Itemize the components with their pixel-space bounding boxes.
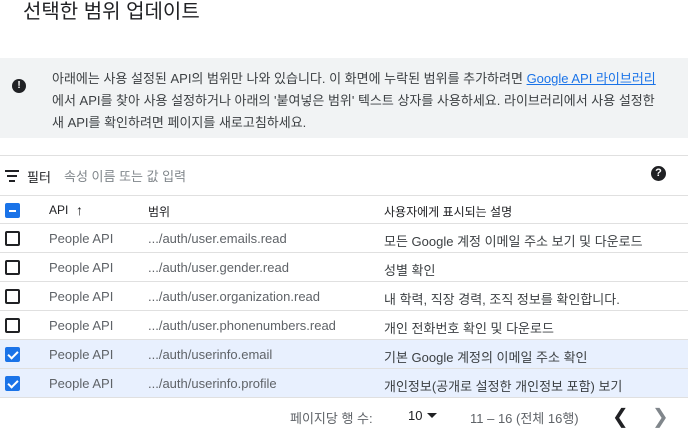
row-description: 개인정보(공개로 설정한 개인정보 포함) 보기: [384, 379, 623, 394]
scopes-table: API ↑ 범위 사용자에게 표시되는 설명 People API .../aut…: [0, 195, 688, 398]
column-header-scope[interactable]: 범위: [148, 203, 170, 220]
column-header-api[interactable]: API: [49, 203, 68, 217]
row-api: People API: [49, 347, 114, 362]
filter-label: 필터: [27, 170, 51, 185]
row-checkbox[interactable]: [5, 376, 20, 391]
rows-per-page-label: 페이지당 행 수:: [290, 411, 373, 426]
row-scope: .../auth/userinfo.email: [148, 347, 273, 362]
row-scope: .../auth/user.phonenumbers.read: [148, 318, 336, 333]
sort-ascending-icon[interactable]: ↑: [76, 202, 83, 218]
row-checkbox[interactable]: [5, 260, 20, 275]
info-text-after: 에서 API를 찾아 사용 설정하거나 아래의 '붙여넣은 범위' 텍스트 상자…: [52, 93, 655, 130]
next-page-icon[interactable]: ❯: [652, 404, 669, 429]
row-description: 내 학력, 직장 경력, 조직 정보를 확인합니다.: [384, 292, 620, 307]
info-text: 아래에는 사용 설정된 API의 범위만 나와 있습니다. 이 화면에 누락된 …: [52, 68, 666, 134]
info-banner: ! 아래에는 사용 설정된 API의 범위만 나와 있습니다. 이 화면에 누락…: [0, 58, 688, 138]
table-row[interactable]: People API .../auth/user.gender.read 성별 확인: [0, 253, 688, 282]
row-checkbox[interactable]: [5, 318, 20, 333]
previous-page-icon[interactable]: ❮: [612, 404, 629, 429]
select-all-checkbox[interactable]: [5, 203, 20, 218]
row-scope: .../auth/userinfo.profile: [148, 376, 277, 391]
filter-icon[interactable]: [5, 170, 19, 182]
row-checkbox[interactable]: [5, 231, 20, 246]
api-library-link[interactable]: Google API 라이브러리: [527, 71, 656, 86]
filter-bar: 필터: [0, 155, 688, 195]
dropdown-caret-icon[interactable]: [427, 413, 437, 418]
table-row[interactable]: People API .../auth/userinfo.email 기본 Goog…: [0, 340, 688, 369]
filter-input[interactable]: [64, 163, 584, 189]
row-api: People API: [49, 260, 114, 275]
table-row[interactable]: People API .../auth/user.organization.rea…: [0, 282, 688, 311]
dialog-title: 선택한 범위 업데이트: [23, 1, 200, 23]
pagination: 페이지당 행 수: 10 11 – 16 (전체 16행) ❮ ❯: [0, 400, 688, 430]
row-api: People API: [49, 318, 114, 333]
page-range: 11 – 16 (전체 16행): [470, 411, 579, 426]
row-checkbox[interactable]: [5, 289, 20, 304]
row-scope: .../auth/user.emails.read: [148, 231, 287, 246]
table-row[interactable]: People API .../auth/userinfo.profile 개인정보(…: [0, 369, 688, 398]
row-checkbox[interactable]: [5, 347, 20, 362]
row-api: People API: [49, 376, 114, 391]
info-text-before: 아래에는 사용 설정된 API의 범위만 나와 있습니다. 이 화면에 누락된 …: [52, 71, 527, 86]
row-scope: .../auth/user.organization.read: [148, 289, 321, 304]
rows-per-page-select[interactable]: 10: [408, 408, 422, 423]
table-row[interactable]: People API .../auth/user.phonenumbers.rea…: [0, 311, 688, 340]
row-api: People API: [49, 231, 114, 246]
row-api: People API: [49, 289, 114, 304]
row-description: 기본 Google 계정의 이메일 주소 확인: [384, 350, 588, 365]
row-description: 모든 Google 계정 이메일 주소 보기 및 다운로드: [384, 234, 643, 249]
row-description: 개인 전화번호 확인 및 다운로드: [384, 321, 554, 336]
row-scope: .../auth/user.gender.read: [148, 260, 289, 275]
column-header-description[interactable]: 사용자에게 표시되는 설명: [384, 203, 512, 220]
info-icon: !: [12, 79, 26, 93]
table-row[interactable]: People API .../auth/user.emails.read 모든 Go…: [0, 224, 688, 253]
help-icon[interactable]: ?: [651, 166, 666, 181]
row-description: 성별 확인: [384, 263, 436, 278]
table-header-row: API ↑ 범위 사용자에게 표시되는 설명: [0, 195, 688, 224]
